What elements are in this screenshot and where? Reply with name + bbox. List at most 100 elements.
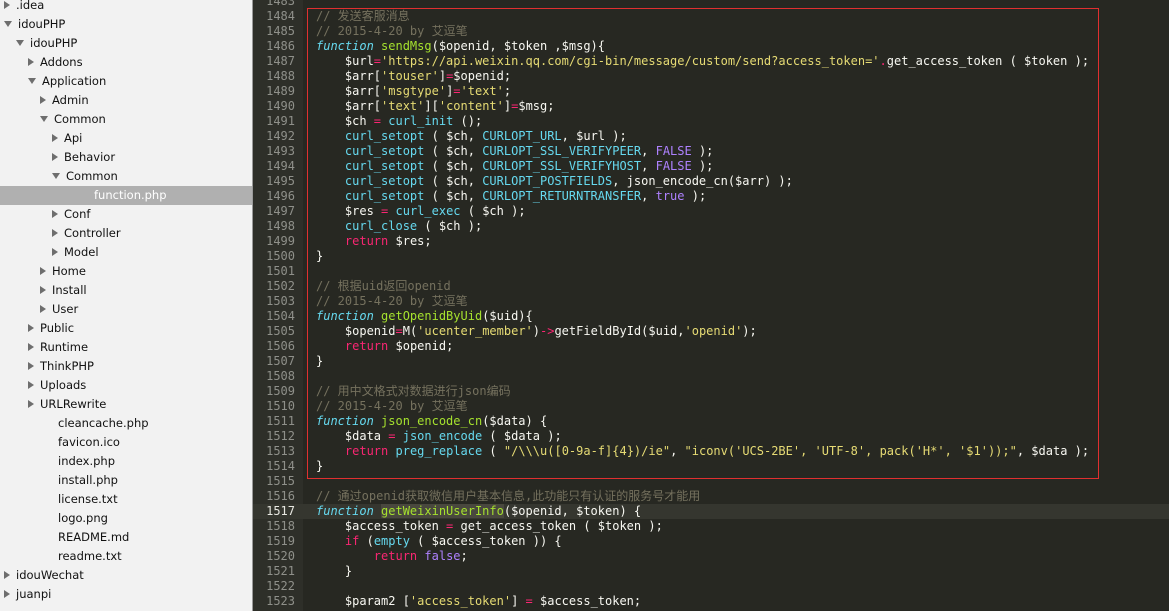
- file-tree-folder[interactable]: Common: [0, 167, 252, 186]
- code-line[interactable]: 1512 $data = json_encode ( $data );: [253, 429, 1169, 444]
- file-tree-file[interactable]: function.php: [0, 186, 252, 205]
- code-line[interactable]: 1489 $arr['msgtype']='text';: [253, 84, 1169, 99]
- file-tree-folder[interactable]: Common: [0, 110, 252, 129]
- code-line[interactable]: 1510 // 2015-4-20 by 艾逗笔: [253, 399, 1169, 414]
- code-line[interactable]: 1522: [253, 579, 1169, 594]
- code-editor[interactable]: 1483 1484 // 发送客服消息 1485 // 2015-4-20 by 艾逗笔…: [253, 0, 1169, 611]
- code-line[interactable]: 1508: [253, 369, 1169, 384]
- collapsed-triangle-icon[interactable]: [40, 95, 46, 104]
- file-tree-folder[interactable]: idouPHP: [0, 15, 252, 34]
- file-tree-folder[interactable]: Public: [0, 319, 252, 338]
- collapsed-triangle-icon[interactable]: [52, 133, 58, 142]
- collapsed-triangle-icon[interactable]: [28, 361, 34, 370]
- code-line[interactable]: 1503 // 2015-4-20 by 艾逗笔: [253, 294, 1169, 309]
- code-line[interactable]: 1513 return preg_replace ( "/\\\u([0-9a-…: [253, 444, 1169, 459]
- code-line[interactable]: 1483: [253, 0, 1169, 9]
- file-tree-folder[interactable]: Install: [0, 281, 252, 300]
- file-tree-folder[interactable]: Api: [0, 129, 252, 148]
- file-tree-file[interactable]: index.php: [0, 452, 252, 471]
- file-tree-file[interactable]: favicon.ico: [0, 433, 252, 452]
- collapsed-triangle-icon[interactable]: [40, 304, 46, 313]
- file-tree-file[interactable]: cleancache.php: [0, 414, 252, 433]
- collapsed-triangle-icon[interactable]: [4, 570, 10, 579]
- code-text: // 根据uid返回openid: [316, 279, 451, 294]
- file-tree-file[interactable]: install.php: [0, 471, 252, 490]
- code-line[interactable]: 1498 curl_close ( $ch );: [253, 219, 1169, 234]
- code-line[interactable]: 1509 // 用中文格式对数据进行json编码: [253, 384, 1169, 399]
- code-line[interactable]: 1505 $openid=M('ucenter_member')->getFie…: [253, 324, 1169, 339]
- collapsed-triangle-icon[interactable]: [40, 266, 46, 275]
- code-line[interactable]: 1504 function getOpenidByUid($uid){: [253, 309, 1169, 324]
- collapsed-triangle-icon[interactable]: [40, 285, 46, 294]
- file-tree-folder[interactable]: Conf: [0, 205, 252, 224]
- code-line[interactable]: 1515: [253, 474, 1169, 489]
- file-tree-folder[interactable]: idouWechat: [0, 566, 252, 585]
- file-tree-folder[interactable]: juanpi: [0, 585, 252, 604]
- code-line[interactable]: 1519 if (empty ( $access_token )) {: [253, 534, 1169, 549]
- file-tree-folder[interactable]: URLRewrite: [0, 395, 252, 414]
- file-tree-file[interactable]: README.md: [0, 528, 252, 547]
- collapsed-triangle-icon[interactable]: [28, 399, 34, 408]
- code-text: return $res;: [316, 234, 432, 249]
- code-line[interactable]: 1487 $url='https://api.weixin.qq.com/cgi…: [253, 54, 1169, 69]
- expanded-triangle-icon[interactable]: [28, 77, 36, 84]
- code-line[interactable]: 1514}: [253, 459, 1169, 474]
- code-line[interactable]: 1488 $arr['touser']=$openid;: [253, 69, 1169, 84]
- file-tree-folder[interactable]: Behavior: [0, 148, 252, 167]
- file-tree-folder[interactable]: Uploads: [0, 376, 252, 395]
- code-line[interactable]: 1496 curl_setopt ( $ch, CURLOPT_RETURNTR…: [253, 189, 1169, 204]
- code-line[interactable]: 1502 // 根据uid返回openid: [253, 279, 1169, 294]
- file-tree-folder[interactable]: Controller: [0, 224, 252, 243]
- file-tree-folder[interactable]: User: [0, 300, 252, 319]
- code-line[interactable]: 1486 function sendMsg($openid, $token ,$m…: [253, 39, 1169, 54]
- collapsed-triangle-icon[interactable]: [4, 589, 10, 598]
- collapsed-triangle-icon[interactable]: [4, 0, 10, 9]
- code-line[interactable]: 1492 curl_setopt ( $ch, CURLOPT_URL, $ur…: [253, 129, 1169, 144]
- expanded-triangle-icon[interactable]: [52, 172, 60, 179]
- code-line[interactable]: 1485 // 2015-4-20 by 艾逗笔: [253, 24, 1169, 39]
- code-line[interactable]: 1511 function json_encode_cn($data) {: [253, 414, 1169, 429]
- file-tree-folder[interactable]: Application: [0, 72, 252, 91]
- code-line[interactable]: 1497 $res = curl_exec ( $ch );: [253, 204, 1169, 219]
- expanded-triangle-icon[interactable]: [16, 39, 24, 46]
- code-line[interactable]: 1521 }: [253, 564, 1169, 579]
- file-tree-file[interactable]: readme.txt: [0, 547, 252, 566]
- expanded-triangle-icon[interactable]: [40, 115, 48, 122]
- code-line[interactable]: 1517 function getWeixinUserInfo($openid, …: [253, 504, 1169, 519]
- file-tree-folder[interactable]: Home: [0, 262, 252, 281]
- file-tree-folder[interactable]: .idea: [0, 0, 252, 15]
- file-tree-file[interactable]: logo.png: [0, 509, 252, 528]
- file-tree-folder[interactable]: ThinkPHP: [0, 357, 252, 376]
- code-line[interactable]: 1523 $param2 ['access_token'] = $access_…: [253, 594, 1169, 609]
- collapsed-triangle-icon[interactable]: [28, 323, 34, 332]
- code-line[interactable]: 1518 $access_token = get_access_token ( …: [253, 519, 1169, 534]
- code-line[interactable]: 1501: [253, 264, 1169, 279]
- collapsed-triangle-icon[interactable]: [52, 228, 58, 237]
- code-line[interactable]: 1491 $ch = curl_init ();: [253, 114, 1169, 129]
- code-line[interactable]: 1507}: [253, 354, 1169, 369]
- code-line[interactable]: 1493 curl_setopt ( $ch, CURLOPT_SSL_VERI…: [253, 144, 1169, 159]
- code-line[interactable]: 1516 // 通过openid获取微信用户基本信息,此功能只有认证的服务号才能用: [253, 489, 1169, 504]
- collapsed-triangle-icon[interactable]: [52, 152, 58, 161]
- file-tree-folder[interactable]: Model: [0, 243, 252, 262]
- code-line[interactable]: 1499 return $res;: [253, 234, 1169, 249]
- code-line[interactable]: 1490 $arr['text']['content']=$msg;: [253, 99, 1169, 114]
- code-line[interactable]: 1494 curl_setopt ( $ch, CURLOPT_SSL_VERI…: [253, 159, 1169, 174]
- file-tree-folder[interactable]: idouPHP: [0, 34, 252, 53]
- code-line[interactable]: 1484 // 发送客服消息: [253, 9, 1169, 24]
- file-tree-folder[interactable]: Runtime: [0, 338, 252, 357]
- collapsed-triangle-icon[interactable]: [52, 247, 58, 256]
- collapsed-triangle-icon[interactable]: [28, 380, 34, 389]
- file-tree-folder[interactable]: Admin: [0, 91, 252, 110]
- file-tree-file[interactable]: license.txt: [0, 490, 252, 509]
- expanded-triangle-icon[interactable]: [4, 20, 12, 27]
- collapsed-triangle-icon[interactable]: [28, 57, 34, 66]
- code-line[interactable]: 1500}: [253, 249, 1169, 264]
- collapsed-triangle-icon[interactable]: [28, 342, 34, 351]
- code-line[interactable]: 1506 return $openid;: [253, 339, 1169, 354]
- code-line[interactable]: 1520 return false;: [253, 549, 1169, 564]
- code-line[interactable]: 1495 curl_setopt ( $ch, CURLOPT_POSTFIEL…: [253, 174, 1169, 189]
- file-tree-folder[interactable]: Addons: [0, 53, 252, 72]
- collapsed-triangle-icon[interactable]: [52, 209, 58, 218]
